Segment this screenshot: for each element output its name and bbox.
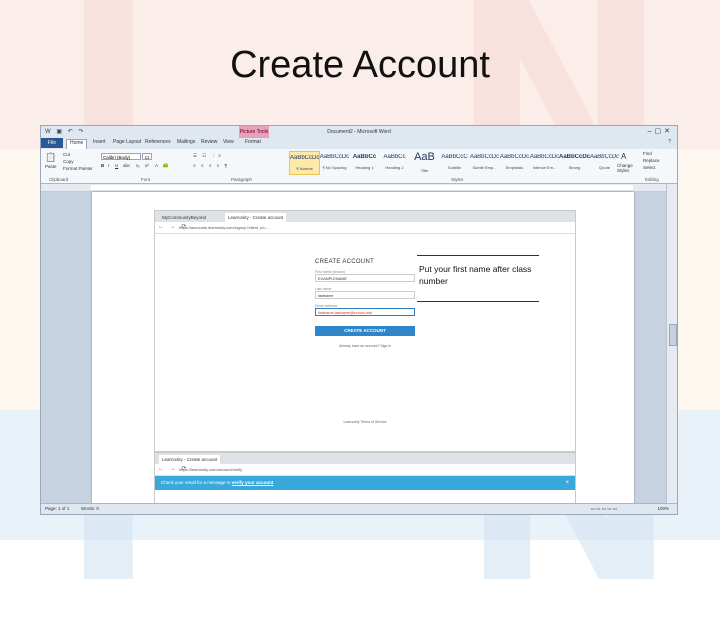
tab-view[interactable]: View [223, 139, 234, 145]
instruction-callout: Put your first name after class number [417, 255, 539, 302]
list-buttons[interactable]: ☰ ☷ ⋮≡ [193, 153, 223, 159]
style-intense-emphasis[interactable]: AaBbCcDc Intense Em... [529, 151, 560, 175]
email-field: firstname.lastname@school.edu [315, 308, 415, 316]
window-title: Document2 - Microsoft Word [327, 129, 391, 135]
replace-button[interactable]: Replace [643, 158, 660, 163]
ribbon: 📋 Paste Cut Copy Format Painter Clipboar… [41, 149, 677, 184]
browser-address-bar: ← → ⟳ https://accounts.learnosity.com/si… [155, 222, 575, 234]
last-name-field: lastname [315, 291, 415, 299]
clipboard-group-label: Clipboard [49, 177, 69, 182]
find-button[interactable]: Find [643, 151, 652, 156]
browser-tab-active: Learnosity - Create account [225, 213, 287, 222]
browser-url: https://accounts.learnosity.com/signup?c… [179, 225, 270, 230]
style-heading-1[interactable]: AaBbCc Heading 1 [349, 151, 380, 175]
embedded-browser-screenshot-2[interactable]: Learnosity - Create account ← → ⟳ https:… [154, 452, 576, 508]
align-buttons[interactable]: ≡ ≡ ≡ ≡ ¶ [193, 163, 229, 168]
tab-file[interactable]: File [41, 138, 63, 148]
highlight-button[interactable]: ab [163, 163, 169, 168]
word-titlebar: W ▣ ↶ ↷ Picture Tools Document2 - Micros… [41, 126, 677, 138]
change-styles-icon[interactable]: A [621, 152, 626, 161]
create-account-form: CREATE ACCOUNT First name (shown) EXAMPL… [315, 259, 415, 348]
window-controls[interactable]: –▢✕ [648, 127, 673, 135]
style-subtle-emphasis[interactable]: AaBbCcDc Subtle Emp... [469, 151, 500, 175]
tab-insert[interactable]: Insert [93, 139, 106, 145]
style-heading-2[interactable]: AaBbCc Heading 2 [379, 151, 410, 175]
style-title[interactable]: AaB Title [409, 151, 440, 175]
style-quote[interactable]: AaBbCcDc Quote [589, 151, 620, 175]
status-bar: Page: 1 of 1 Words: 0 ▭ ▭ ▭ ▭ ▭ 100% [41, 503, 677, 514]
scrollbar-thumb[interactable] [669, 324, 677, 346]
terms-link: Learnosity Terms of Service [343, 420, 387, 424]
vertical-scrollbar[interactable] [666, 184, 677, 506]
font-color-button[interactable]: A [155, 163, 158, 168]
cut-button[interactable]: Cut [63, 152, 70, 157]
paste-icon[interactable]: 📋 [45, 152, 56, 163]
tab-home[interactable]: Home [66, 139, 88, 149]
view-buttons[interactable]: ▭ ▭ ▭ ▭ ▭ [591, 504, 617, 514]
tab-format[interactable]: Format [245, 139, 261, 145]
copy-button[interactable]: Copy [63, 159, 74, 164]
browser-tab-strip: Learnosity - Create account [155, 453, 575, 464]
browser-tab-strip: MyCommunityBeyond Learnosity - Create ac… [155, 211, 575, 222]
font-group-label: Font [141, 177, 151, 182]
paragraph-group-label: Paragraph [231, 177, 253, 182]
style-normal[interactable]: AaBbCcDc ¶ Normal [289, 151, 320, 175]
paste-button[interactable]: Paste [45, 164, 57, 169]
italic-button[interactable]: I [108, 163, 109, 168]
create-account-button: CREATE ACCOUNT [315, 326, 415, 336]
document-page[interactable]: MyCommunityBeyond Learnosity - Create ac… [92, 192, 634, 508]
tab-review[interactable]: Review [201, 139, 217, 145]
style-no-spacing[interactable]: AaBbCcDc ¶ No Spacing [319, 151, 350, 175]
slide-title: Create Account [230, 44, 490, 86]
ruler-page-area [91, 185, 633, 190]
tab-mailings[interactable]: Mailings [177, 139, 195, 145]
font-size-select[interactable]: 11 [142, 153, 152, 160]
form-heading: CREATE ACCOUNT [315, 259, 375, 265]
browser-url: https://learnosity.com/account/verify [179, 467, 243, 472]
verify-account-link: verify your account [231, 480, 274, 485]
word-window: W ▣ ↶ ↷ Picture Tools Document2 - Micros… [40, 125, 678, 515]
tab-references[interactable]: References [145, 139, 171, 145]
page-count[interactable]: Page: 1 of 1 [45, 504, 69, 514]
styles-group-label: Styles [451, 177, 464, 182]
underline-button[interactable]: U [115, 163, 118, 168]
style-subtitle[interactable]: AaBbCcC Subtitle [439, 151, 470, 175]
bold-button[interactable]: B [101, 163, 104, 168]
browser-tab: MyCommunityBeyond [162, 215, 207, 220]
ribbon-tabs: File Home Insert Page Layout References … [41, 138, 677, 149]
help-icon[interactable]: ? [668, 139, 671, 145]
first-name-field: EXAMPLENAME [315, 274, 415, 282]
font-name-select[interactable]: Calibri (Body) [101, 153, 141, 160]
word-count[interactable]: Words: 0 [81, 504, 99, 514]
strikethrough-button[interactable]: abc [123, 163, 130, 168]
browser-tab-active: Learnosity - Create account [159, 455, 221, 464]
zoom-level[interactable]: 100% [657, 504, 669, 514]
close-icon: × [565, 480, 569, 486]
verify-email-banner: Check your email for a message to verify… [155, 476, 575, 490]
browser-address-bar: ← → ⟳ https://learnosity.com/account/ver… [155, 464, 575, 476]
change-styles-button[interactable]: Change Styles [617, 163, 639, 173]
format-painter-button[interactable]: Format Painter [63, 166, 93, 171]
callout-text: Put your first name after class number [419, 264, 532, 286]
style-emphasis[interactable]: AaBbCcDc Emphasis [499, 151, 530, 175]
editing-group-label: Editing [645, 177, 659, 182]
tab-page-layout[interactable]: Page Layout [113, 139, 141, 145]
ruler[interactable] [41, 184, 677, 192]
select-button[interactable]: Select [643, 165, 656, 170]
styles-gallery: AaBbCcDc ¶ Normal AaBbCcDc ¶ No Spacing Aa… [289, 151, 619, 175]
embedded-browser-screenshot[interactable]: MyCommunityBeyond Learnosity - Create ac… [154, 210, 576, 452]
superscript-button[interactable]: x² [145, 163, 149, 168]
subscript-button[interactable]: x₂ [136, 163, 140, 168]
document-area: MyCommunityBeyond Learnosity - Create ac… [41, 192, 667, 508]
style-strong[interactable]: AaBbCcDc Strong [559, 151, 590, 175]
sign-in-link: Already have an account? Sign in [338, 344, 392, 348]
banner-text: Check your email for a message to [161, 480, 231, 485]
